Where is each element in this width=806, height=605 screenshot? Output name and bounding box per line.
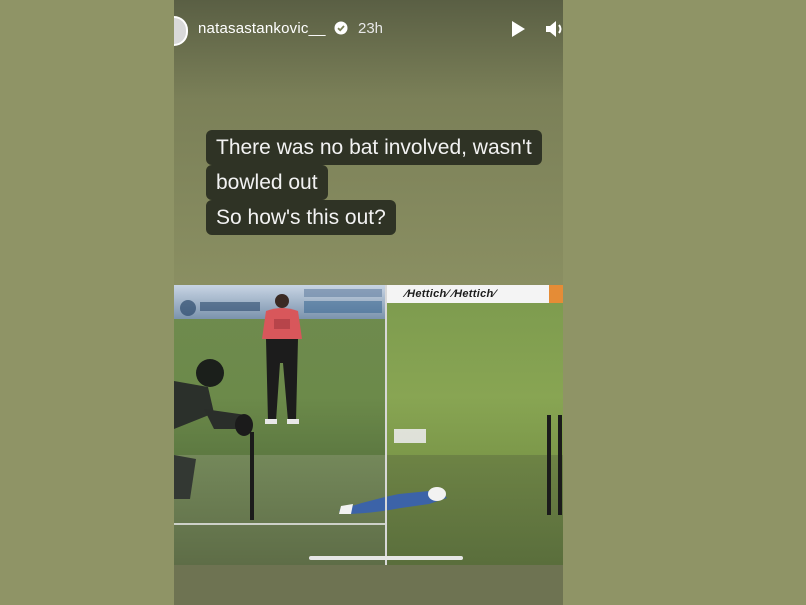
video-progress-bar[interactable] — [309, 556, 463, 560]
sponsor-accent — [549, 285, 563, 303]
caption-line: There was no bat involved, wasn't — [206, 130, 542, 165]
avatar[interactable] — [174, 16, 188, 46]
sponsor-text: ⁄Hettich⁄ ⁄Hettich⁄ — [405, 288, 496, 300]
pitch-marking — [394, 429, 426, 443]
username[interactable]: natasastankovic__ — [198, 20, 326, 37]
stumps-left — [250, 432, 254, 520]
story-viewer[interactable]: natasastankovic__ 23h There was no bat i… — [174, 0, 563, 605]
crease-line — [174, 523, 385, 525]
play-icon[interactable] — [509, 20, 527, 38]
speaker-icon[interactable] — [545, 20, 563, 38]
stumps-right-2 — [558, 415, 562, 515]
split-screen-divider — [385, 285, 387, 565]
stumps-right — [547, 415, 551, 515]
story-header: natasastankovic__ 23h — [174, 8, 563, 48]
story-caption: There was no bat involved, wasn't bowled… — [206, 130, 542, 235]
wicketkeeper-figure — [174, 359, 253, 499]
diving-batter-figure — [339, 487, 447, 514]
post-time: 23h — [358, 20, 384, 37]
caption-line: So how's this out? — [206, 200, 396, 235]
caption-line: bowled out — [206, 165, 328, 200]
cricket-video-frame: ⁄Hettich⁄ ⁄Hettich⁄ — [174, 285, 563, 565]
verified-badge-icon — [334, 21, 348, 35]
advertising-board-right: ⁄Hettich⁄ ⁄Hettich⁄ — [387, 285, 563, 303]
umpire-figure — [262, 294, 302, 424]
